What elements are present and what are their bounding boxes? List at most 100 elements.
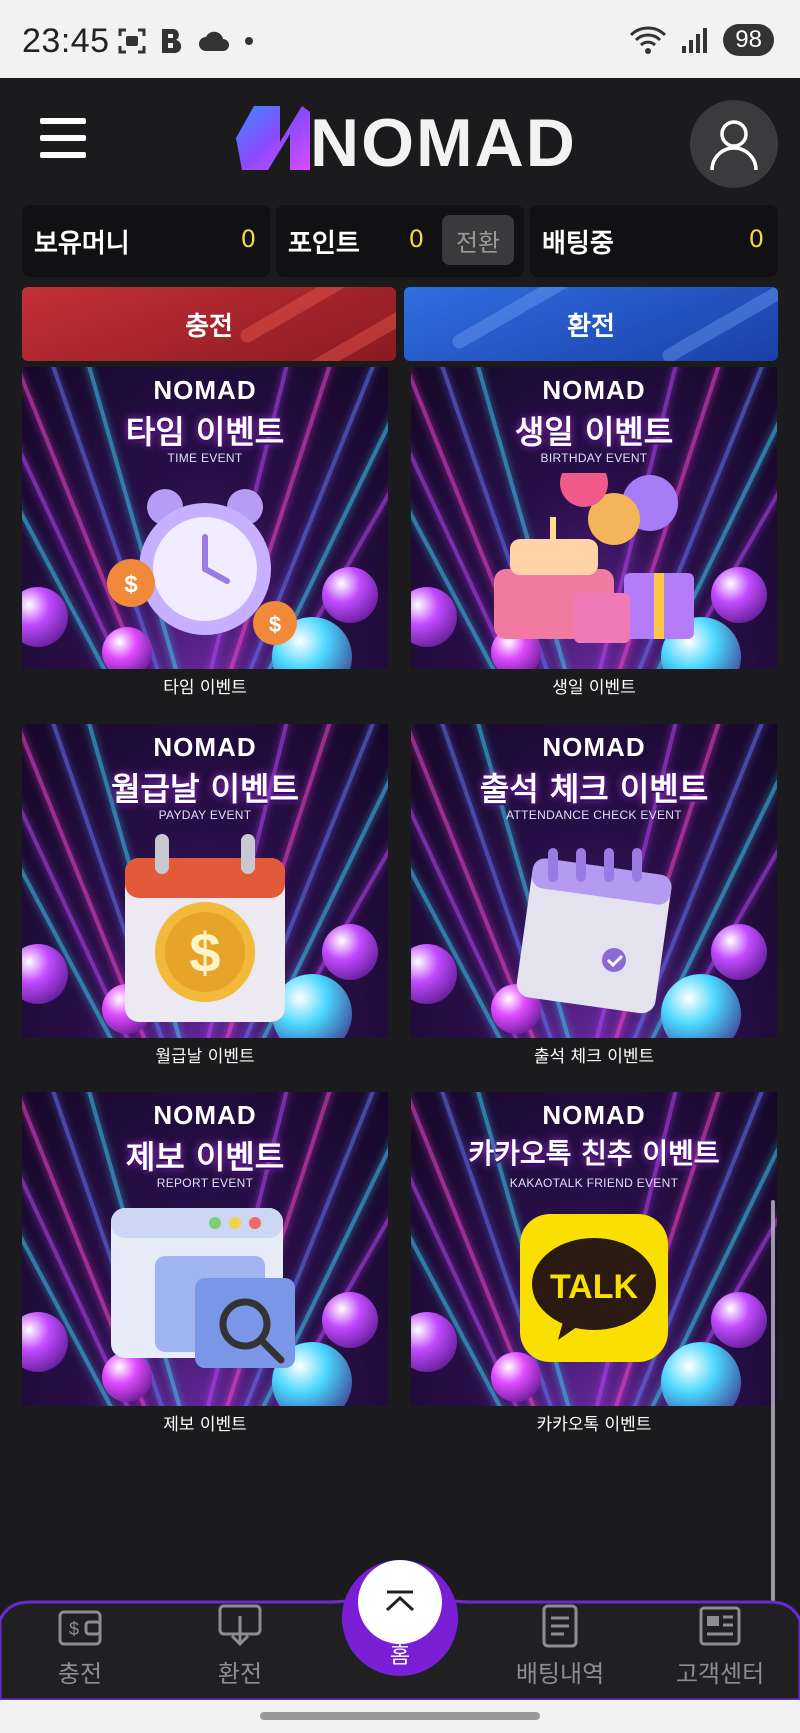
svg-text:$: $	[189, 921, 220, 984]
svg-text:NOMAD: NOMAD	[310, 105, 572, 176]
attendance-calendar-icon	[516, 848, 672, 1014]
svg-text:$: $	[124, 571, 138, 598]
chevron-up-icon	[385, 1590, 415, 1612]
decorative-orb	[411, 944, 457, 1004]
home-button[interactable]: 홈	[342, 1560, 458, 1676]
event-card-attendance[interactable]: NOMAD 출석 체크 이벤트 ATTENDANCE CHECK EVENT 출…	[411, 724, 777, 1072]
scroll-top-button[interactable]	[358, 1560, 442, 1644]
event-logo: NOMAD	[542, 1100, 646, 1130]
signal-icon	[682, 28, 708, 53]
alarm-clock-icon: $ $	[107, 489, 297, 645]
decorative-orb	[22, 944, 68, 1004]
kakaotalk-icon: TALK	[520, 1214, 668, 1362]
gesture-area	[0, 1700, 800, 1733]
hamburger-icon[interactable]	[40, 118, 86, 158]
event-subtitle: PAYDAY EVENT	[158, 808, 252, 822]
decorative-orb	[322, 567, 378, 623]
birthday-cake-icon	[494, 473, 694, 643]
home-indicator[interactable]	[260, 1712, 540, 1720]
screenshot-icon	[118, 28, 146, 54]
event-banner[interactable]: NOMAD 생일 이벤트 BIRTHDAY EVENT	[411, 367, 777, 669]
event-logo: NOMAD	[153, 732, 257, 762]
nav-support[interactable]: 고객센터	[660, 1602, 780, 1689]
status-icons-right: 98	[629, 24, 774, 56]
event-card-payday[interactable]: NOMAD 월급날 이벤트 PAYDAY EVENT $ 월급날 이벤트	[22, 724, 388, 1072]
nav-exchange-label: 환전	[217, 1660, 263, 1688]
event-subtitle: KAKAOTALK FRIEND EVENT	[509, 1176, 679, 1190]
event-banner[interactable]: NOMAD 카카오톡 친추 이벤트 KAKAOTALK FRIEND EVENT…	[411, 1092, 777, 1406]
event-caption[interactable]: 월급날 이벤트	[22, 1042, 388, 1072]
nav-home-label: 홈	[389, 1644, 411, 1669]
report-window-icon	[111, 1208, 295, 1368]
cloud-icon	[199, 31, 229, 51]
event-card-kakaotalk[interactable]: NOMAD 카카오톡 친추 이벤트 KAKAOTALK FRIEND EVENT…	[411, 1092, 777, 1440]
point-label: 포인트	[288, 229, 360, 259]
money-balance: 보유머니 0	[22, 205, 270, 277]
event-title: 출석 체크 이벤트	[479, 770, 709, 808]
event-title: 타임 이벤트	[125, 413, 285, 451]
convert-button[interactable]: 전환	[442, 215, 514, 265]
betting-balance: 배팅중 0	[530, 205, 778, 277]
event-caption[interactable]: 제보 이벤트	[22, 1410, 388, 1440]
event-subtitle: BIRTHDAY EVENT	[540, 451, 648, 465]
event-subtitle: REPORT EVENT	[156, 1176, 254, 1190]
event-banner[interactable]: NOMAD 월급날 이벤트 PAYDAY EVENT $	[22, 724, 388, 1038]
event-logo: NOMAD	[153, 1100, 257, 1130]
decorative-orb	[411, 587, 457, 647]
decorative-orb	[411, 1312, 457, 1372]
svg-text:$: $	[69, 1619, 79, 1639]
svg-text:$: $	[269, 612, 281, 637]
event-logo: NOMAD	[542, 732, 646, 762]
charge-label: 충전	[185, 311, 233, 342]
newspaper-icon	[699, 1606, 741, 1646]
nav-bet-history[interactable]: 배팅내역	[500, 1602, 620, 1689]
decorative-orb	[322, 1292, 378, 1348]
event-banner[interactable]: NOMAD 타임 이벤트 TIME EVENT $ $	[22, 367, 388, 669]
event-caption[interactable]: 타임 이벤트	[22, 673, 388, 703]
event-card-report[interactable]: NOMAD 제보 이벤트 REPORT EVENT 제보 이벤트	[22, 1092, 388, 1440]
event-card-birthday[interactable]: NOMAD 생일 이벤트 BIRTHDAY EVENT 생일 이벤트	[411, 367, 777, 703]
scrollbar[interactable]	[771, 1200, 775, 1630]
money-value: 0	[240, 225, 256, 253]
user-avatar[interactable]	[690, 100, 778, 188]
decorative-orb	[22, 1312, 68, 1372]
event-logo: NOMAD	[153, 375, 257, 405]
event-banner[interactable]: NOMAD 제보 이벤트 REPORT EVENT	[22, 1092, 388, 1406]
event-title: 생일 이벤트	[514, 413, 674, 451]
event-caption[interactable]: 출석 체크 이벤트	[411, 1042, 777, 1072]
event-subtitle: ATTENDANCE CHECK EVENT	[506, 808, 682, 822]
event-card-time[interactable]: NOMAD 타임 이벤트 TIME EVENT $ $ 타임 이벤트	[22, 367, 388, 703]
charge-button[interactable]: 충전	[22, 287, 396, 361]
app-header: NOMAD	[0, 78, 800, 200]
decorative-orb	[711, 567, 767, 623]
dot-icon	[245, 37, 253, 45]
event-title: 월급날 이벤트	[111, 770, 299, 808]
decorative-orb	[22, 587, 68, 647]
document-icon	[542, 1604, 578, 1648]
exchange-button[interactable]: 환전	[404, 287, 778, 361]
battery-indicator: 98	[723, 24, 774, 56]
event-title: 제보 이벤트	[125, 1138, 285, 1176]
event-logo: NOMAD	[542, 375, 646, 405]
wifi-icon	[630, 26, 667, 54]
event-subtitle: TIME EVENT	[167, 451, 243, 465]
status-time: 23:45	[22, 22, 110, 60]
point-balance: 포인트 0 전환	[276, 205, 524, 277]
status-icons-left	[118, 28, 254, 54]
nav-charge-label: 충전	[57, 1660, 103, 1688]
event-banner[interactable]: NOMAD 출석 체크 이벤트 ATTENDANCE CHECK EVENT	[411, 724, 777, 1038]
user-icon	[710, 120, 758, 171]
nav-exchange[interactable]: 환전	[180, 1602, 300, 1689]
nomad-logo[interactable]: NOMAD	[232, 100, 572, 176]
calendar-coin-icon: $	[125, 834, 285, 1022]
exchange-label: 환전	[567, 311, 615, 342]
bottom-nav: $ 충전 환전 홈 배팅내역 고객센터	[0, 1560, 800, 1700]
event-caption[interactable]: 생일 이벤트	[411, 673, 777, 703]
event-caption[interactable]: 카카오톡 이벤트	[411, 1410, 777, 1440]
money-label: 보유머니	[34, 229, 130, 259]
nav-charge[interactable]: $ 충전	[20, 1602, 140, 1689]
point-value: 0	[408, 225, 424, 253]
action-row: 충전 환전	[22, 287, 778, 361]
balance-row: 보유머니 0 포인트 0 전환 배팅중 0	[22, 205, 778, 277]
betting-label: 배팅중	[542, 229, 614, 259]
